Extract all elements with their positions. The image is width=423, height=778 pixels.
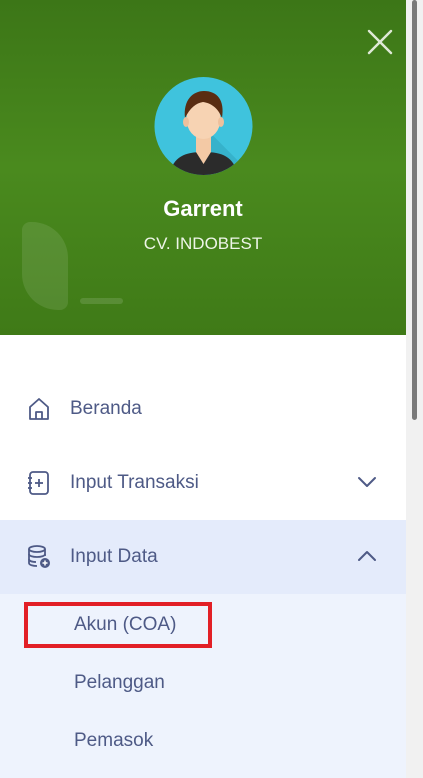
drawer-header: Garrent CV. INDOBEST xyxy=(0,0,406,335)
submenu-item-akun-coa[interactable]: Akun (COA) xyxy=(0,596,406,654)
scrollbar-track[interactable] xyxy=(406,0,423,778)
menu-item-beranda[interactable]: Beranda xyxy=(0,372,406,446)
add-document-icon xyxy=(26,470,52,496)
chevron-down-icon xyxy=(356,474,378,490)
scrollbar-thumb[interactable] xyxy=(412,0,417,420)
home-icon xyxy=(26,396,52,422)
decorative-bar-shape xyxy=(80,298,123,304)
close-icon xyxy=(367,29,393,55)
submenu-item-label: Pelanggan xyxy=(74,672,165,693)
menu-item-label: Input Data xyxy=(70,546,158,567)
menu-item-label: Input Transaksi xyxy=(70,472,199,493)
submenu-item-label: Akun (COA) xyxy=(74,614,177,635)
menu-item-input-data[interactable]: Input Data xyxy=(0,520,406,594)
chevron-up-icon xyxy=(356,548,378,564)
user-name: Garrent xyxy=(163,196,243,221)
menu-item-input-transaksi[interactable]: Input Transaksi xyxy=(0,446,406,520)
submenu-item-pelanggan[interactable]: Pelanggan xyxy=(0,654,406,712)
app-window: Garrent CV. INDOBEST Beranda Input Trans… xyxy=(0,0,423,778)
company-name: CV. INDOBEST xyxy=(143,234,263,253)
close-button[interactable] xyxy=(364,26,396,58)
database-icon xyxy=(26,544,52,570)
submenu-item-pemasok[interactable]: Pemasok xyxy=(0,712,406,770)
menu-item-label: Beranda xyxy=(70,398,142,419)
submenu-item-label: Pemasok xyxy=(74,730,154,751)
user-avatar-icon xyxy=(154,72,253,180)
navigation-drawer: Garrent CV. INDOBEST Beranda Input Trans… xyxy=(0,0,406,778)
